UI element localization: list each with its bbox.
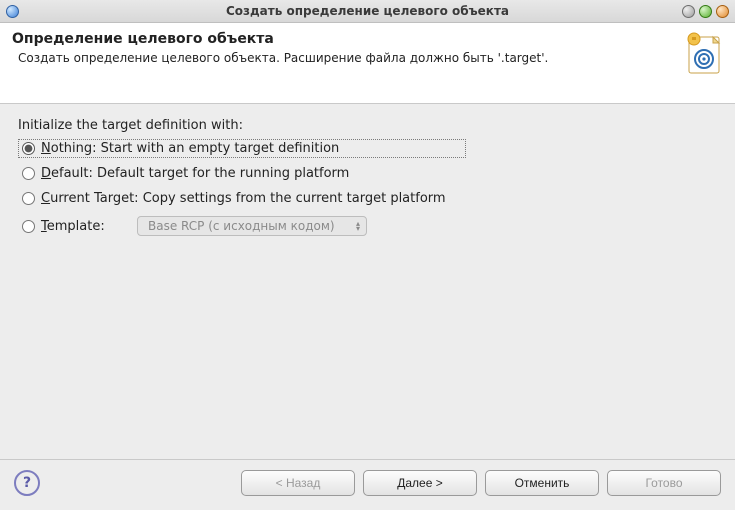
titlebar: Создать определение целевого объекта xyxy=(0,0,735,23)
wizard-footer: ? < Назад Далее > Отменить Готово xyxy=(0,459,735,510)
radio-current-label: Current Target: Copy settings from the c… xyxy=(41,191,446,206)
maximize-orb[interactable] xyxy=(699,5,712,18)
next-button[interactable]: Далее > xyxy=(363,470,477,496)
back-button[interactable]: < Назад xyxy=(241,470,355,496)
radio-default-input[interactable] xyxy=(22,167,35,180)
init-prompt: Initialize the target definition with: xyxy=(18,118,717,133)
combo-spinner-icon: ▴▾ xyxy=(356,221,360,231)
radio-template-label: Template: xyxy=(41,219,111,234)
radio-nothing-input[interactable] xyxy=(22,142,35,155)
radio-template-input[interactable] xyxy=(22,220,35,233)
radio-default-label: Default: Default target for the running … xyxy=(41,166,349,181)
radio-option-template[interactable]: Template: Base RCP (с исходным кодом) ▴▾ xyxy=(18,214,717,238)
close-orb[interactable] xyxy=(716,5,729,18)
minimize-orb[interactable] xyxy=(682,5,695,18)
banner-description: Создать определение целевого объекта. Ра… xyxy=(12,51,675,65)
radio-nothing-label: Nothing: Start with an empty target defi… xyxy=(41,141,339,156)
finish-button[interactable]: Готово xyxy=(607,470,721,496)
radio-current-input[interactable] xyxy=(22,192,35,205)
window-title: Создать определение целевого объекта xyxy=(0,4,735,18)
radio-option-current[interactable]: Current Target: Copy settings from the c… xyxy=(18,189,717,208)
template-combo: Base RCP (с исходным кодом) ▴▾ xyxy=(137,216,367,236)
radio-option-nothing[interactable]: Nothing: Start with an empty target defi… xyxy=(18,139,466,158)
cancel-button[interactable]: Отменить xyxy=(485,470,599,496)
window-menu-orb[interactable] xyxy=(6,5,19,18)
wizard-window: Создать определение целевого объекта Опр… xyxy=(0,0,735,510)
wizard-content: Initialize the target definition with: N… xyxy=(0,104,735,459)
template-combo-value: Base RCP (с исходным кодом) xyxy=(148,219,335,233)
help-button[interactable]: ? xyxy=(14,470,40,496)
init-radio-group: Nothing: Start with an empty target defi… xyxy=(18,139,717,238)
radio-option-default[interactable]: Default: Default target for the running … xyxy=(18,164,717,183)
target-definition-icon xyxy=(683,31,723,75)
banner-heading: Определение целевого объекта xyxy=(12,31,675,47)
wizard-banner: Определение целевого объекта Создать опр… xyxy=(0,23,735,104)
